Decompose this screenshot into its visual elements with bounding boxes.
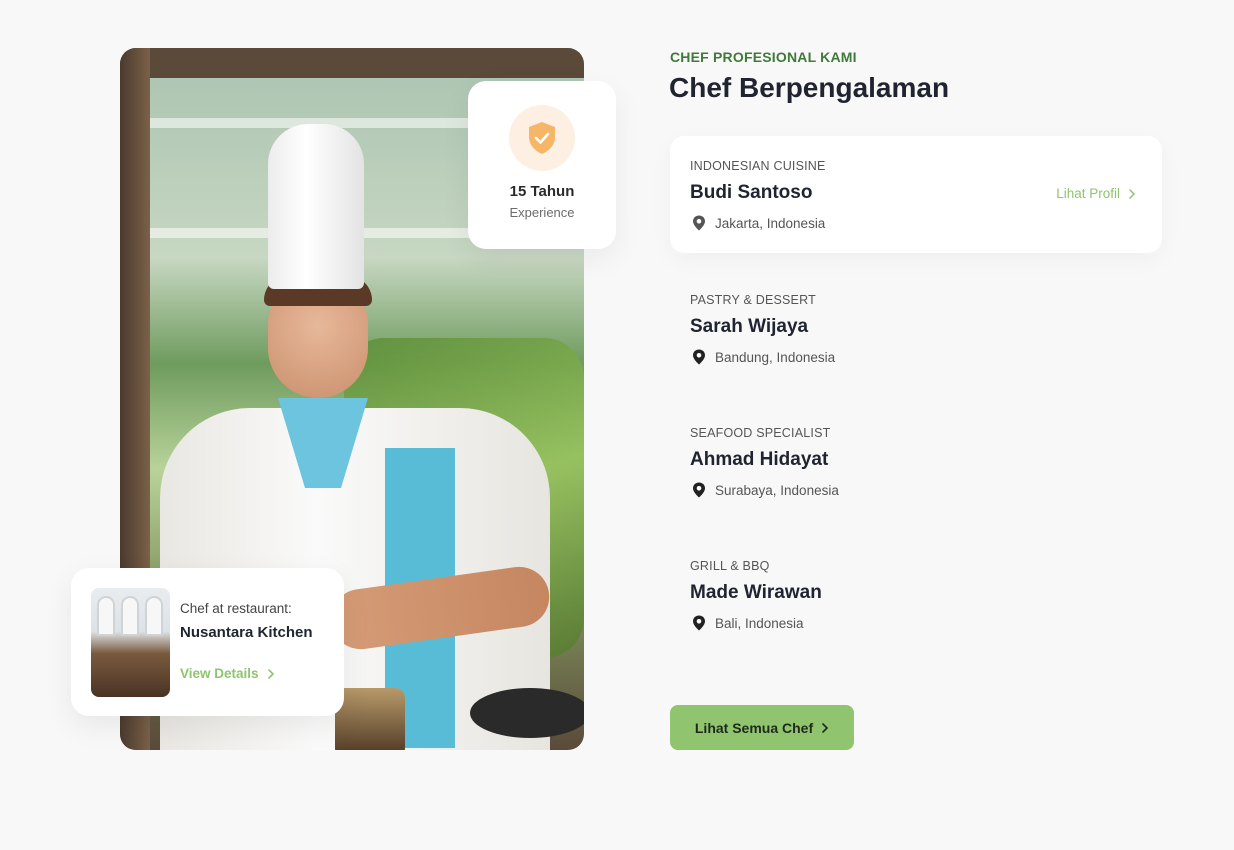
location-pin-icon (693, 482, 705, 498)
section-title: Chef Berpengalaman (669, 72, 950, 103)
chevron-right-icon (1129, 188, 1136, 199)
chef-list-item[interactable]: PASTRY & DESSERT Sarah Wijaya Bandung, I… (670, 270, 1162, 387)
view-all-chefs-button[interactable]: Lihat Semua Chef (670, 705, 854, 750)
window-frame-top (120, 48, 584, 78)
view-details-label: View Details (180, 666, 259, 681)
chef-location: Jakarta, Indonesia (690, 214, 825, 232)
restaurant-card: Chef at restaurant: Nusantara Kitchen Vi… (71, 568, 344, 716)
chef-location-label: Bali, Indonesia (715, 615, 804, 631)
spice-jar (335, 688, 405, 750)
experience-label: Experience (509, 205, 575, 220)
chef-location-label: Jakarta, Indonesia (715, 215, 826, 231)
chevron-right-icon (822, 722, 829, 733)
restaurant-thumbnail (91, 588, 170, 697)
chef-list-item[interactable]: SEAFOOD SPECIALIST Ahmad Hidayat Surabay… (670, 403, 1162, 520)
chef-location-label: Bandung, Indonesia (715, 349, 836, 365)
shield-check-icon-svg (529, 122, 555, 154)
experience-badge: 15 Tahun Experience (468, 81, 616, 249)
thumbnail-arch (97, 596, 115, 636)
chef-hat (268, 124, 364, 289)
chef-location: Bandung, Indonesia (690, 348, 835, 366)
chef-list-item[interactable]: INDONESIAN CUISINE Budi Santoso Jakarta,… (670, 136, 1162, 253)
thumbnail-arch (145, 596, 163, 636)
shield-check-icon (509, 105, 575, 171)
chef-location: Bali, Indonesia (690, 614, 804, 632)
frying-pan (470, 688, 584, 738)
chef-location-label: Surabaya, Indonesia (715, 482, 839, 498)
chef-name: Budi Santoso (690, 182, 813, 203)
chevron-right-icon (267, 668, 274, 679)
chef-list-item[interactable]: GRILL & BBQ Made Wirawan Bali, Indonesia (670, 536, 1162, 653)
restaurant-subtitle: Chef at restaurant: (180, 601, 292, 616)
chef-specialty: PASTRY & DESSERT (690, 293, 816, 307)
thumbnail-arch (121, 596, 139, 636)
chef-specialty: GRILL & BBQ (690, 559, 770, 573)
chef-specialty: INDONESIAN CUISINE (690, 159, 826, 173)
location-pin-icon (693, 615, 705, 631)
view-profile-link[interactable]: Lihat Profil (1056, 186, 1136, 201)
experience-years: 15 Tahun (509, 183, 575, 200)
view-profile-label: Lihat Profil (1056, 186, 1120, 201)
restaurant-name: Nusantara Kitchen (180, 624, 313, 641)
chef-specialty: SEAFOOD SPECIALIST (690, 426, 831, 440)
chef-name: Sarah Wijaya (690, 316, 809, 337)
location-pin-icon (693, 349, 705, 365)
chef-name: Made Wirawan (690, 582, 822, 603)
view-details-link[interactable]: View Details (180, 666, 275, 681)
section-eyebrow: CHEF PROFESIONAL KAMI (670, 49, 857, 65)
chef-location: Surabaya, Indonesia (690, 481, 839, 499)
view-all-chefs-label: Lihat Semua Chef (694, 719, 814, 736)
chef-name: Ahmad Hidayat (690, 449, 829, 470)
location-pin-icon (693, 215, 705, 231)
